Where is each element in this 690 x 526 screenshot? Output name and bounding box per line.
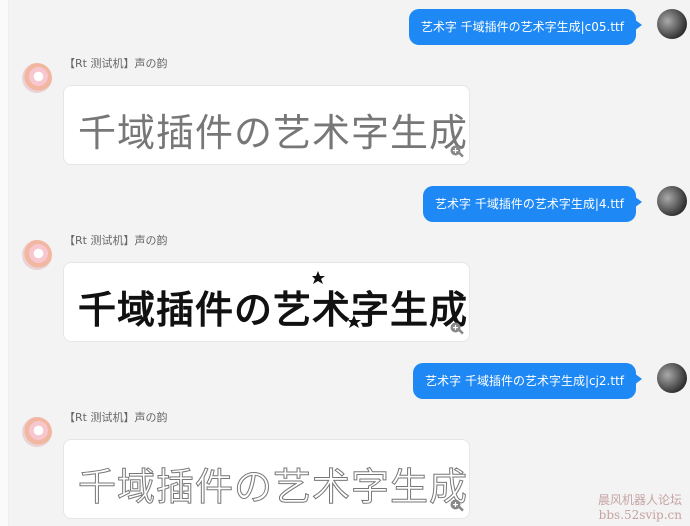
bot-avatar[interactable]	[22, 63, 52, 93]
user-avatar[interactable]	[657, 186, 687, 216]
outgoing-message: 艺术字 千域插件の艺术字生成|4.ttf	[0, 184, 690, 222]
star-decoration-icon	[348, 315, 361, 328]
watermark-title: 晨风机器人论坛	[597, 493, 682, 507]
bot-avatar[interactable]	[22, 240, 52, 270]
art-image-card[interactable]: 千域插件の艺术字生成	[63, 262, 470, 342]
incoming-message: 【Rt 测试机】声の韵 千域插件の艺术字生成	[0, 55, 690, 170]
sender-name: 【Rt 测试机】声の韵	[64, 234, 168, 247]
user-avatar[interactable]	[657, 9, 687, 39]
art-text-image: 千域插件の艺术字生成	[78, 288, 469, 332]
zoom-in-icon[interactable]	[449, 144, 465, 160]
sender-name: 【Rt 测试机】声の韵	[64, 411, 168, 424]
message-bubble[interactable]: 艺术字 千域插件の艺术字生成|c05.ttf	[408, 9, 643, 45]
outgoing-message: 艺术字 千域插件の艺术字生成|c05.ttf	[0, 7, 690, 45]
sender-name: 【Rt 测试机】声の韵	[64, 57, 168, 70]
art-image-card[interactable]: 千域插件の艺术字生成	[63, 439, 470, 519]
incoming-message: 【Rt 测试机】声の韵 千域插件の艺术字生成	[0, 409, 690, 524]
user-avatar[interactable]	[657, 363, 687, 393]
message-bubble[interactable]: 艺术字 千域插件の艺术字生成|4.ttf	[423, 186, 642, 222]
message-bubble[interactable]: 艺术字 千域插件の艺术字生成|cj2.ttf	[413, 363, 642, 399]
bot-avatar[interactable]	[22, 417, 52, 447]
incoming-message: 【Rt 测试机】声の韵 千域插件の艺术字生成	[0, 232, 690, 347]
outgoing-message: 艺术字 千域插件の艺术字生成|cj2.ttf	[0, 361, 690, 399]
art-image-card[interactable]: 千域插件の艺术字生成	[63, 85, 470, 165]
art-text-image: 千域插件の艺术字生成	[77, 465, 469, 510]
zoom-in-icon[interactable]	[449, 498, 465, 514]
art-text-image: 千域插件の艺术字生成	[78, 111, 469, 155]
star-decoration-icon	[312, 271, 325, 284]
zoom-in-icon[interactable]	[449, 321, 465, 337]
forum-watermark: 晨风机器人论坛 bbs.52svip.cn	[598, 491, 682, 522]
watermark-url: bbs.52svip.cn	[598, 508, 682, 522]
